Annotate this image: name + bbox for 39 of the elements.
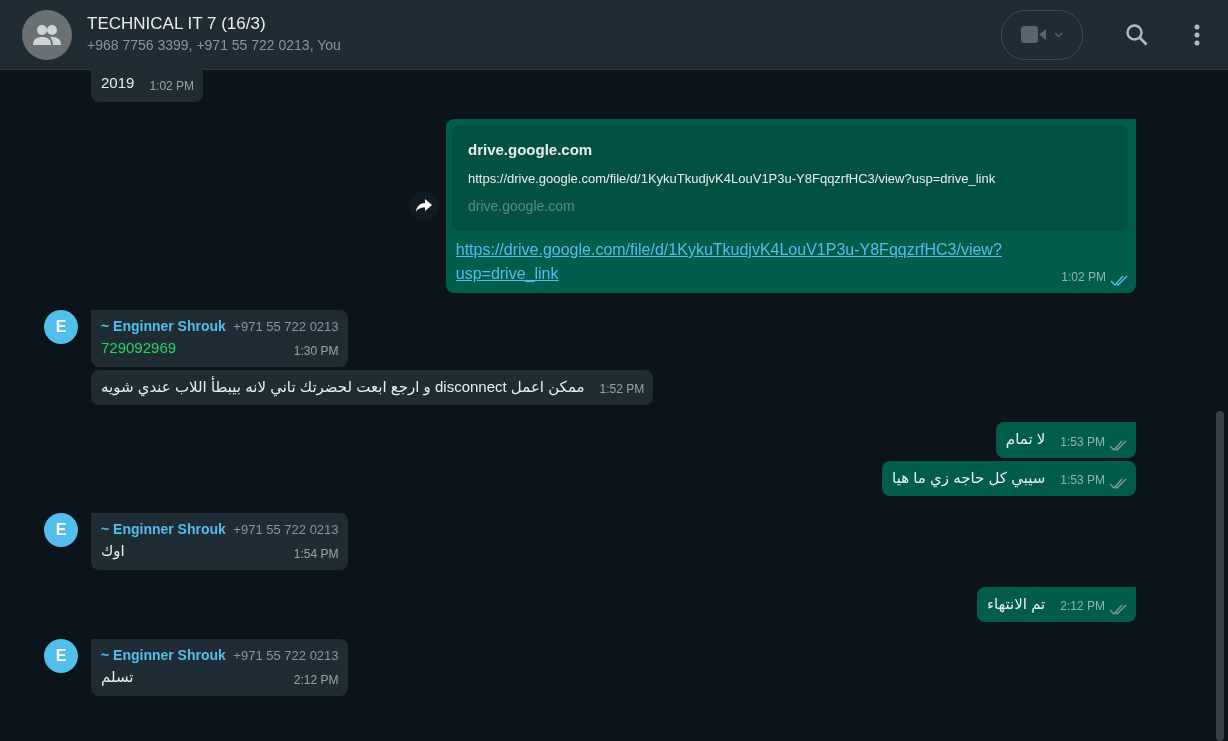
forward-button[interactable] xyxy=(408,190,439,221)
message-text: تسلم xyxy=(101,667,134,688)
scrollbar[interactable] xyxy=(1216,411,1224,741)
message-text: 2019 xyxy=(101,73,135,93)
message-time: 1:02 PM xyxy=(1061,269,1106,286)
message-time: 1:52 PM xyxy=(599,381,645,398)
sender-phone: +971 55 722 0213 xyxy=(233,647,339,665)
video-camera-icon xyxy=(1020,26,1047,43)
group-avatar-icon[interactable] xyxy=(22,9,72,60)
forward-arrow-icon xyxy=(415,199,432,213)
menu-icon xyxy=(1194,24,1200,46)
message-text: 729092969 xyxy=(101,338,177,358)
link-preview[interactable]: drive.google.com https://drive.google.com/file/d/1KykuTkudjvK4LouV1P3u-Y8FqqzrfHC3/view?usp=drive_link drive.google.com xyxy=(452,124,1128,231)
message-link[interactable]: https://drive.google.com/file/d/1KykuTkudjvK4LouV1P3u-Y8FqqzrfHC3/view?usp=drive_link xyxy=(452,238,1047,286)
preview-url: https://drive.google.com/file/d/1KykuTkudjvK4LouV1P3u-Y8FqqzrfHC3/view?usp=drive_link xyxy=(468,169,997,188)
sender-name[interactable]: ~ Enginner Shrouk xyxy=(101,645,226,666)
message-time: 1:54 PM xyxy=(293,545,339,563)
message-time: 1:53 PM xyxy=(1060,472,1105,489)
chat-title: TECHNICAL IT 7 (16/3) xyxy=(87,12,267,35)
message-time: 1:30 PM xyxy=(293,342,339,360)
message-text: سيبي كل حاجه زي ما هيا xyxy=(892,467,1046,489)
message-text: لا تمام xyxy=(1005,429,1046,450)
message-time: 2:12 PM xyxy=(1060,598,1105,615)
search-icon xyxy=(1124,22,1149,47)
participants-text: +968 7756 3399, +971 55 722 0213, You xyxy=(87,36,342,56)
message-time: 2:12 PM xyxy=(293,671,339,689)
message-text: تم الانتهاء xyxy=(987,593,1046,615)
sender-phone: +971 55 722 0213 xyxy=(233,521,339,539)
preview-domain: drive.google.com xyxy=(468,196,576,216)
message-text: اوك xyxy=(101,541,125,562)
preview-title: drive.google.com xyxy=(468,139,594,160)
caret-icon xyxy=(1054,31,1064,38)
message-text: ممكن اعمل disconnect و ارجع ابعت لحضرتك تاني لانه بيبطأ اللاب عندي شويه xyxy=(101,375,585,398)
sender-phone: +971 55 722 0213 xyxy=(233,318,339,336)
message-time: 1:02 PM xyxy=(149,77,195,95)
sender-name[interactable]: ~ Enginner Shrouk xyxy=(101,519,226,540)
sender-name[interactable]: ~ Enginner Shrouk xyxy=(101,316,226,337)
message-time: 1:53 PM xyxy=(1060,433,1105,451)
video-call-button[interactable] xyxy=(1001,9,1083,60)
